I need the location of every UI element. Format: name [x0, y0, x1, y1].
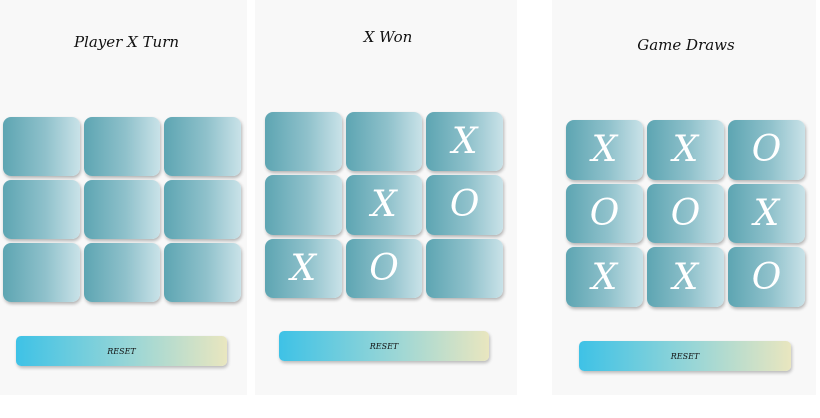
board-cell[interactable]: X	[566, 247, 643, 307]
board-cell[interactable]: X	[345, 175, 423, 235]
board-cell[interactable]: O	[345, 238, 423, 298]
board-cell[interactable]	[265, 112, 342, 172]
board-cell[interactable]	[83, 117, 161, 176]
board-cell[interactable]	[164, 243, 241, 302]
reset-button[interactable]: RESET	[279, 331, 489, 361]
board-cell[interactable]: O	[728, 120, 805, 180]
board-cell[interactable]: X	[647, 247, 724, 307]
game-screen-player-turn: Player X Turn RESET	[0, 0, 247, 395]
board-cell[interactable]	[83, 243, 161, 302]
board-cell[interactable]	[164, 117, 241, 176]
board-cell[interactable]	[265, 175, 342, 235]
board-cell[interactable]: O	[426, 175, 503, 235]
board-cell[interactable]: X	[426, 112, 503, 172]
board-cell[interactable]	[3, 243, 80, 302]
reset-button[interactable]: RESET	[16, 336, 227, 366]
board-cell[interactable]	[3, 180, 80, 239]
board-cell[interactable]	[164, 180, 241, 239]
board-cell[interactable]: O	[728, 247, 805, 307]
board-cell[interactable]: X	[647, 120, 724, 180]
status-text: Player X Turn	[73, 33, 180, 51]
status-text: X Won	[363, 28, 413, 46]
board-cell[interactable]: X	[566, 120, 643, 180]
game-board: X X O O O X X X O	[566, 120, 805, 307]
board-cell[interactable]: X	[728, 183, 805, 244]
game-board	[3, 117, 241, 302]
board-cell[interactable]: O	[566, 183, 643, 244]
board-cell[interactable]: O	[647, 183, 724, 244]
board-cell[interactable]	[345, 112, 423, 172]
status-text: Game Draws	[637, 36, 735, 54]
reset-button[interactable]: RESET	[579, 341, 791, 371]
game-screen-x-won: X Won X X O X O RESET	[255, 0, 517, 395]
board-cell[interactable]	[3, 117, 80, 176]
board-cell[interactable]	[426, 238, 503, 298]
game-board: X X O X O	[265, 112, 503, 298]
board-cell[interactable]	[83, 180, 161, 239]
game-screen-draw: Game Draws X X O O O X X X O RESET	[552, 0, 816, 395]
board-cell[interactable]: X	[265, 238, 342, 298]
